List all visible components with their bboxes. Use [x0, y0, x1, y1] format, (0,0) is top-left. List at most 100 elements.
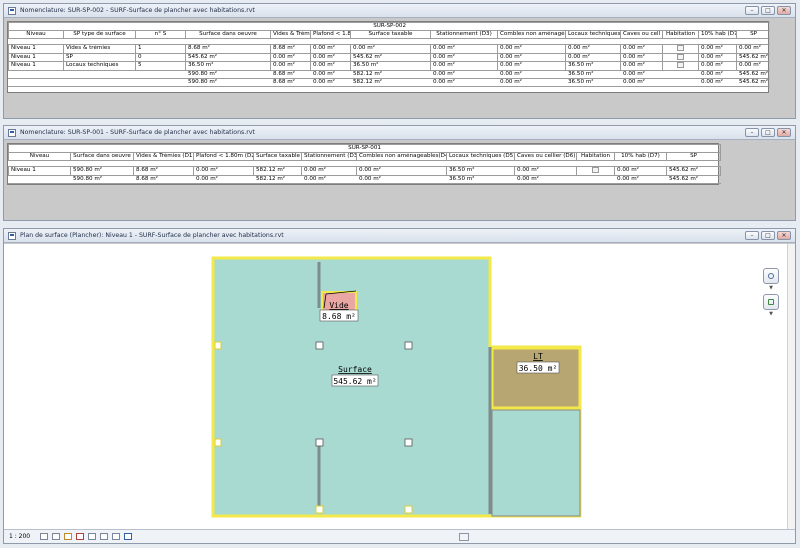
grip-handle[interactable] — [404, 341, 413, 350]
table-cell[interactable]: 1 — [135, 44, 186, 54]
table-cell[interactable]: 0.00 m² — [620, 52, 663, 62]
column-header[interactable]: Habitation — [662, 30, 699, 39]
vertical-scrollbar[interactable] — [787, 244, 795, 529]
shadows-icon[interactable] — [76, 533, 85, 540]
table-cell[interactable]: 582.12 m² — [350, 77, 431, 87]
column-header[interactable]: Vides & Trémies (D1) — [133, 152, 194, 161]
close-button[interactable]: ✕ — [777, 231, 791, 240]
table-cell[interactable]: 0.00 m² — [735, 61, 772, 71]
habitation-checkbox[interactable] — [677, 62, 684, 68]
scale-label[interactable]: 1 : 200 — [9, 533, 30, 540]
table-cell[interactable] — [8, 174, 71, 184]
table-cell[interactable]: 0.00 m² — [310, 69, 351, 79]
maximize-button[interactable]: □ — [761, 231, 775, 240]
reveal-hidden-icon[interactable] — [124, 533, 133, 540]
habitation-checkbox[interactable] — [677, 53, 684, 60]
maximize-button[interactable]: □ — [761, 6, 775, 15]
table-cell[interactable]: 8.68 m² — [270, 69, 311, 79]
column-header[interactable]: Habitation — [576, 152, 615, 161]
table-cell[interactable] — [135, 69, 186, 79]
table-cell[interactable]: 8.68 m² — [133, 166, 194, 176]
habitation-cell[interactable] — [662, 52, 699, 62]
column-header[interactable]: Plafond < 1.80m (D2) — [193, 152, 254, 161]
minimize-button[interactable]: – — [745, 231, 759, 240]
table-cell[interactable]: 36.50 m² — [185, 61, 271, 71]
table-cell[interactable]: 545.62 m² — [350, 52, 431, 62]
table-cell[interactable]: 36.50 m² — [565, 61, 621, 71]
table-cell[interactable]: 582.12 m² — [253, 166, 302, 176]
detail-level-icon[interactable] — [40, 533, 49, 540]
habitation-checkbox[interactable] — [677, 45, 684, 51]
table-cell[interactable] — [63, 77, 136, 87]
table-cell[interactable]: 0.00 m² — [430, 77, 498, 87]
table-cell[interactable]: 0.00 m² — [497, 44, 566, 54]
table-cell[interactable]: 0.00 m² — [350, 44, 431, 54]
lower-right-area-region[interactable] — [491, 409, 581, 517]
horizontal-scrollbar[interactable] — [254, 533, 794, 541]
visual-style-icon[interactable] — [52, 533, 61, 540]
table-cell[interactable]: 545.62 m² — [736, 77, 771, 87]
table-cell[interactable]: 0.00 m² — [310, 44, 351, 54]
zoom-button[interactable] — [763, 294, 779, 310]
table-cell[interactable]: 0.00 m² — [735, 44, 772, 54]
table-cell[interactable]: 0.00 m² — [698, 44, 737, 54]
table-cell[interactable]: 0.00 m² — [614, 166, 667, 176]
table-cell[interactable]: 8.68 m² — [270, 77, 311, 87]
table-cell[interactable]: 0.00 m² — [698, 77, 737, 87]
chevron-down-icon[interactable]: ▼ — [763, 285, 779, 291]
grip-handle[interactable] — [214, 438, 222, 447]
column-header[interactable]: Surface taxable — [350, 30, 431, 39]
table-cell[interactable]: 0.00 m² — [301, 166, 357, 176]
window-title-bar[interactable]: Plan de surface (Plancher): Niveau 1 - S… — [4, 229, 795, 243]
table-cell[interactable]: 0.00 m² — [301, 174, 357, 184]
chevron-down-icon[interactable]: ▼ — [763, 311, 779, 317]
table-cell[interactable]: 545.62 m² — [735, 52, 772, 62]
grip-handle[interactable] — [214, 341, 222, 350]
table-cell[interactable]: 545.62 m² — [665, 166, 722, 176]
table-cell[interactable]: 0.00 m² — [310, 52, 351, 62]
show-crop-region-icon[interactable] — [100, 533, 109, 540]
column-header[interactable]: 10% hab (D7) — [698, 30, 737, 39]
table-cell[interactable]: 0.00 m² — [698, 61, 737, 71]
scroll-thumb[interactable] — [459, 533, 469, 541]
table-cell[interactable]: 36.50 m² — [446, 166, 515, 176]
habitation-cell[interactable] — [662, 44, 699, 54]
column-header[interactable]: Combles non aménageables(D4) — [356, 152, 447, 161]
table-cell[interactable]: 0.00 m² — [698, 52, 737, 62]
column-header[interactable]: Plafond < 1.8 — [310, 30, 351, 39]
table-cell[interactable]: 0.00 m² — [514, 174, 577, 184]
table-cell[interactable]: 0.00 m² — [270, 61, 311, 71]
table-cell[interactable]: 0.00 m² — [270, 52, 311, 62]
steering-wheel-button[interactable] — [763, 268, 779, 284]
sun-path-icon[interactable] — [64, 533, 73, 540]
column-header[interactable]: Surface taxable — [253, 152, 302, 161]
table-cell[interactable]: 0.00 m² — [698, 69, 737, 79]
table-cell[interactable]: 5 — [135, 61, 186, 71]
table-cell[interactable]: 582.12 m² — [253, 174, 302, 184]
table-cell[interactable]: 0.00 m² — [620, 44, 663, 54]
column-header[interactable]: Stationnement (D3) — [301, 152, 357, 161]
maximize-button[interactable]: □ — [761, 128, 775, 137]
table-cell[interactable]: 590.80 m² — [70, 174, 134, 184]
column-header[interactable]: n° S — [135, 30, 186, 39]
grip-handle[interactable] — [315, 505, 324, 514]
table-cell[interactable]: 0.00 m² — [620, 69, 663, 79]
table-cell[interactable]: 36.50 m² — [446, 174, 515, 184]
table-cell[interactable]: 8.68 m² — [270, 44, 311, 54]
grip-handle[interactable] — [315, 341, 324, 350]
table-cell[interactable]: 0.00 m² — [620, 77, 663, 87]
grip-handle[interactable] — [315, 438, 324, 447]
minimize-button[interactable]: – — [745, 128, 759, 137]
plan-canvas[interactable]: Vide 8.68 m² Surface 545.62 m² LT 36.50 … — [4, 244, 795, 543]
grip-handle[interactable] — [404, 438, 413, 447]
grip-handle[interactable] — [404, 505, 413, 514]
table-cell[interactable]: 0.00 m² — [614, 174, 667, 184]
column-header[interactable]: Caves ou cellier (D6) — [514, 152, 577, 161]
table-cell[interactable]: 0.00 m² — [620, 61, 663, 71]
column-header[interactable]: SP — [665, 152, 722, 161]
column-header[interactable]: SP — [735, 30, 772, 39]
table-cell[interactable]: Niveau 1 — [8, 166, 71, 176]
column-header[interactable]: Locaux techniques — [565, 30, 621, 39]
table-cell[interactable]: 0.00 m² — [430, 61, 498, 71]
column-header[interactable]: Surface dans oeuvre — [185, 30, 271, 39]
